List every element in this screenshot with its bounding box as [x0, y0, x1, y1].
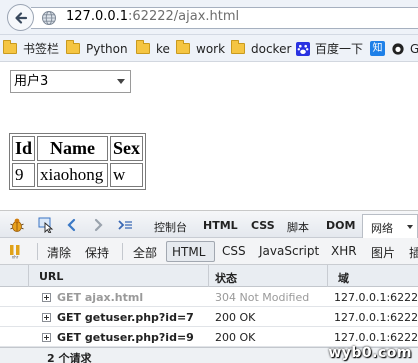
filter-xhr[interactable]: XHR: [331, 244, 357, 258]
request-domain: 127.0.0.1:62222: [334, 331, 418, 344]
inspect-element-icon[interactable]: [38, 217, 54, 233]
bookmark-github[interactable]: Git: [392, 40, 418, 57]
back-arrow-icon: [14, 11, 27, 24]
filter-all[interactable]: 全部: [133, 244, 157, 261]
request-url: GET getuser.php?id=7: [57, 311, 194, 324]
tab-css[interactable]: CSS: [251, 219, 275, 232]
url-text[interactable]: 127.0.0.1:62222/ajax.html: [66, 9, 239, 24]
request-status: 200 OK: [215, 331, 256, 344]
user-table: Id Name Sex 9 xiaohong w: [9, 133, 146, 190]
column-header-id: Id: [12, 136, 36, 161]
expand-icon[interactable]: [42, 313, 51, 322]
bookmark-label: 书签栏: [23, 42, 60, 56]
folder-icon: [66, 40, 80, 54]
address-bar: 127.0.0.1:62222/ajax.html: [0, 0, 418, 35]
bookmark-docker[interactable]: docker: [231, 40, 291, 57]
url-host: 127.0.0.1: [66, 9, 129, 24]
column-header-status[interactable]: 状态: [215, 270, 237, 286]
devtools-toolbar: 控制台 HTML CSS 脚本 DOM 网络: [0, 211, 418, 238]
persist-button[interactable]: 保持: [85, 244, 109, 261]
chevron-right-icon[interactable]: [90, 217, 106, 233]
bookmark-bookmarks-bar[interactable]: 书签栏: [3, 40, 59, 57]
tab-script[interactable]: 脚本: [287, 219, 309, 235]
request-url: GET getuser.php?id=9: [57, 331, 194, 344]
tab-dom[interactable]: DOM: [326, 219, 355, 232]
zhihu-icon: 知: [370, 41, 385, 56]
network-column-headers: URL 状态 域: [0, 265, 418, 287]
request-url: GET ajax.html: [57, 291, 144, 304]
column-header-url[interactable]: URL: [39, 270, 63, 283]
bookmark-label: docker: [251, 41, 292, 56]
filter-html-label: HTML: [172, 245, 206, 259]
bookmarks-bar: 书签栏 Python ke work docker 百度一下 知 G: [0, 35, 418, 62]
bookmark-baidu[interactable]: 百度一下: [296, 40, 363, 57]
chevron-left-icon[interactable]: [64, 217, 80, 233]
filter-plugins[interactable]: 插: [409, 244, 418, 261]
baidu-paw-icon: [296, 41, 310, 56]
github-icon: [392, 42, 404, 55]
request-count: 2 个请求: [47, 352, 92, 363]
column-header-domain[interactable]: 域: [338, 270, 349, 286]
bookmark-label: Python: [86, 41, 128, 56]
network-toolbar: xhr 清除 保持 全部 HTML CSS JavaScript XHR 图片 …: [0, 238, 418, 265]
request-status: 200 OK: [215, 311, 256, 324]
separator: [122, 243, 123, 260]
svg-text:xhr: xhr: [12, 255, 19, 260]
filter-images[interactable]: 图片: [371, 244, 395, 261]
bookmark-label: ke: [156, 41, 170, 56]
folder-icon: [176, 40, 190, 54]
pause-icon[interactable]: xhr: [7, 243, 23, 259]
chevron-down-icon: [117, 79, 125, 84]
url-path: :62222/ajax.html: [128, 9, 240, 24]
command-line-icon[interactable]: [117, 217, 133, 233]
filter-css[interactable]: CSS: [222, 244, 246, 258]
user-select[interactable]: 用户3: [10, 70, 131, 93]
separator: [37, 243, 38, 260]
expand-icon[interactable]: [42, 293, 51, 302]
filter-html[interactable]: HTML: [166, 241, 215, 262]
table-header-row: Id Name Sex: [12, 136, 143, 161]
back-button[interactable]: [7, 4, 34, 31]
column-header-sex: Sex: [110, 136, 143, 161]
tab-network[interactable]: 网络: [362, 214, 418, 238]
firebug-icon[interactable]: [9, 217, 25, 233]
request-domain: 127.0.0.1:62222: [334, 291, 418, 304]
watermark: wyb0.com: [328, 345, 412, 361]
devtools-panel: 控制台 HTML CSS 脚本 DOM 网络 xhr 清除 保持 全部 HTML: [0, 210, 418, 363]
bookmark-label: 百度一下: [315, 42, 364, 56]
cell-id: 9: [12, 163, 36, 187]
tab-console[interactable]: 控制台: [154, 219, 187, 235]
bookmark-label: Git: [410, 41, 418, 56]
column-divider: [327, 265, 328, 287]
page-content: 用户3 Id Name Sex 9 xiaohong w: [0, 62, 418, 210]
tab-html[interactable]: HTML: [203, 219, 238, 232]
column-header-name: Name: [37, 136, 108, 161]
filter-javascript[interactable]: JavaScript: [259, 244, 319, 258]
request-domain: 127.0.0.1:62222: [334, 311, 418, 324]
request-status: 304 Not Modified: [215, 291, 310, 304]
caret-down-icon: [407, 225, 413, 229]
request-row[interactable]: GET ajax.html 304 Not Modified 127.0.0.1…: [0, 287, 418, 307]
column-divider: [208, 265, 209, 287]
folder-icon: [136, 40, 150, 54]
expand-icon[interactable]: [42, 333, 51, 342]
clear-button[interactable]: 清除: [47, 244, 71, 261]
cell-name: xiaohong: [37, 163, 108, 187]
bookmark-work[interactable]: work: [176, 40, 225, 57]
folder-icon: [3, 40, 17, 54]
bookmark-python[interactable]: Python: [66, 40, 128, 57]
user-select-value: 用户3: [14, 74, 49, 89]
column-divider: [28, 265, 29, 287]
request-row[interactable]: GET getuser.php?id=9 200 OK 127.0.0.1:62…: [0, 327, 418, 347]
request-row[interactable]: GET getuser.php?id=7 200 OK 127.0.0.1:62…: [0, 307, 418, 327]
browser-window: 127.0.0.1:62222/ajax.html 书签栏 Python ke …: [0, 0, 418, 363]
bookmark-zhihu[interactable]: 知: [370, 40, 390, 57]
cell-sex: w: [110, 163, 143, 187]
bookmark-ke[interactable]: ke: [136, 40, 170, 57]
globe-icon: [42, 11, 56, 25]
bookmark-label: work: [196, 41, 226, 56]
table-row: 9 xiaohong w: [12, 163, 143, 187]
folder-icon: [231, 40, 245, 54]
tab-network-label: 网络: [371, 222, 393, 235]
